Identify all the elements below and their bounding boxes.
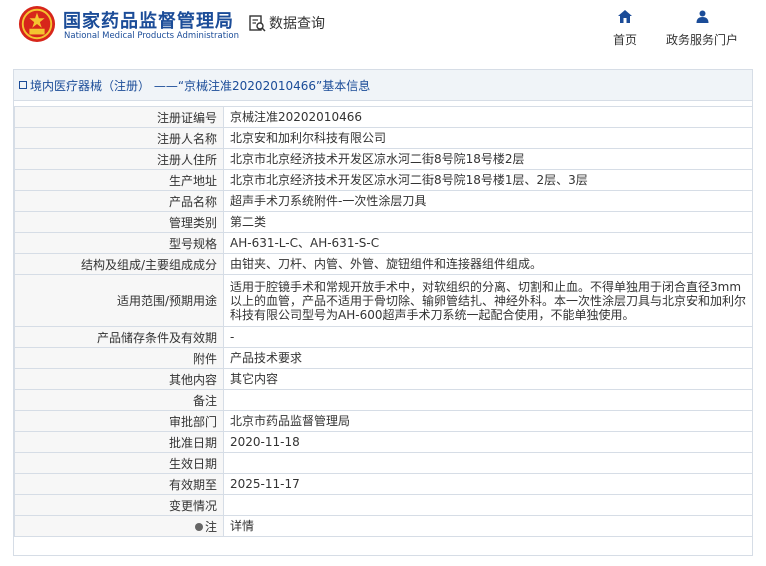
field-value: [223, 452, 753, 474]
field-value: 京械注准20202010466: [223, 106, 753, 128]
field-label: 管理类别: [14, 211, 224, 233]
field-value: 北京市北京经济技术开发区凉水河二街8号院18号楼2层: [223, 148, 753, 170]
field-label: 型号规格: [14, 232, 224, 254]
table-row: 变更情况: [14, 494, 753, 516]
field-label: 审批部门: [14, 410, 224, 432]
field-label: 备注: [14, 389, 224, 411]
field-label: 产品名称: [14, 190, 224, 212]
national-emblem-icon: [18, 5, 56, 43]
field-value: 北京安和加利尔科技有限公司: [223, 127, 753, 149]
table-row: 批准日期 2020-11-18: [14, 431, 753, 453]
field-value: 由钳夹、刀杆、内管、外管、旋钮组件和连接器组件组成。: [223, 253, 753, 275]
field-label: 注册证编号: [14, 106, 224, 128]
table-row: 注册证编号 京械注准20202010466: [14, 106, 753, 128]
field-value: 产品技术要求: [223, 347, 753, 369]
user-icon: [696, 10, 708, 23]
field-label-text: 注册人住所: [156, 152, 217, 167]
site-header: 国家药品监督管理局 National Medical Products Admi…: [0, 0, 766, 60]
nav-service-portal-label: 政务服务门户: [665, 33, 738, 47]
field-label: 批准日期: [14, 431, 224, 453]
table-row: 有效期至 2025-11-17: [14, 473, 753, 495]
field-label-text: 有效期至: [168, 477, 217, 492]
nav-service-portal[interactable]: 政务服务门户: [662, 8, 742, 48]
field-value: [223, 494, 753, 516]
field-label-text: 附件: [192, 351, 217, 366]
field-label: 注: [14, 515, 224, 537]
field-value: 北京市北京经济技术开发区凉水河二街8号院18号楼1层、2层、3层: [223, 169, 753, 191]
field-value: 北京市药品监督管理局: [223, 410, 753, 432]
panel-title: 境内医疗器械（注册） ——“京械注准20202010466”基本信息: [14, 70, 752, 101]
field-value: 第二类: [223, 211, 753, 233]
detail-panel: 境内医疗器械（注册） ——“京械注准20202010466”基本信息 注册证编号…: [13, 69, 753, 556]
table-row: 生产地址 北京市北京经济技术开发区凉水河二街8号院18号楼1层、2层、3层: [14, 169, 753, 191]
field-label-text: 审批部门: [168, 414, 217, 429]
field-label-text: 产品名称: [168, 194, 217, 209]
brand-title-en: National Medical Products Administration: [64, 31, 239, 41]
list-icon: [19, 81, 27, 89]
field-label-text: 生效日期: [168, 456, 217, 471]
field-label-text: 批准日期: [168, 435, 217, 450]
field-label-text: 管理类别: [168, 215, 217, 230]
table-row: 附件 产品技术要求: [14, 347, 753, 369]
table-row: 注册人名称 北京安和加利尔科技有限公司: [14, 127, 753, 149]
nav-home[interactable]: 首页: [610, 8, 640, 48]
field-label: 产品储存条件及有效期: [14, 326, 224, 348]
field-label: 适用范围/预期用途: [14, 274, 224, 327]
home-icon: [618, 10, 632, 23]
field-label: 生效日期: [14, 452, 224, 474]
field-label: 附件: [14, 347, 224, 369]
document-search-icon: [249, 15, 266, 32]
table-row: 注册人住所 北京市北京经济技术开发区凉水河二街8号院18号楼2层: [14, 148, 753, 170]
field-label: 变更情况: [14, 494, 224, 516]
field-value: -: [223, 326, 753, 348]
nav-home-label: 首页: [612, 33, 637, 47]
table-row: 管理类别 第二类: [14, 211, 753, 233]
field-value: AH-631-L-C、AH-631-S-C: [223, 232, 753, 254]
field-value: 其它内容: [223, 368, 753, 390]
table-row: 注详情: [14, 515, 753, 537]
field-label-text: 生产地址: [168, 173, 217, 188]
table-row: 产品名称 超声手术刀系统附件-一次性涂层刀具: [14, 190, 753, 212]
table-row: 型号规格 AH-631-L-C、AH-631-S-C: [14, 232, 753, 254]
field-label-text: 变更情况: [168, 498, 217, 513]
note-icon: [194, 523, 203, 531]
field-value: 2025-11-17: [223, 473, 753, 495]
table-row: 其他内容 其它内容: [14, 368, 753, 390]
field-label: 有效期至: [14, 473, 224, 495]
table-row: 适用范围/预期用途 适用于腔镜手术和常规开放手术中，对软组织的分离、切割和止血。不…: [14, 274, 753, 327]
table-row: 审批部门 北京市药品监督管理局: [14, 410, 753, 432]
field-label-text: 其他内容: [168, 372, 217, 387]
field-label: 注册人名称: [14, 127, 224, 149]
field-label: 结构及组成/主要组成成分: [14, 253, 224, 275]
field-label-text: 型号规格: [168, 236, 217, 251]
field-label-text: 产品储存条件及有效期: [96, 330, 217, 345]
table-row: 备注: [14, 389, 753, 411]
field-label: 其他内容: [14, 368, 224, 390]
field-label-text: 注册证编号: [156, 110, 217, 125]
table-row: 结构及组成/主要组成成分 由钳夹、刀杆、内管、外管、旋钮组件和连接器组件组成。: [14, 253, 753, 275]
field-label-text: 结构及组成/主要组成成分: [80, 257, 217, 272]
brand-title-cn: 国家药品监督管理局: [63, 11, 234, 32]
table-row: 产品储存条件及有效期 -: [14, 326, 753, 348]
data-query-label: 数据查询: [269, 16, 325, 32]
field-value: 适用于腔镜手术和常规开放手术中，对软组织的分离、切割和止血。不得单独用于闭合直径…: [223, 274, 753, 327]
field-label: 注册人住所: [14, 148, 224, 170]
panel-title-text: 境内医疗器械（注册） ——“京械注准20202010466”基本信息: [30, 78, 371, 93]
field-label: 生产地址: [14, 169, 224, 191]
field-value: 超声手术刀系统附件-一次性涂层刀具: [223, 190, 753, 212]
data-query-link[interactable]: 数据查询: [248, 13, 325, 33]
field-label-text: 注: [204, 519, 217, 534]
field-label-text: 备注: [192, 393, 217, 408]
field-value: [223, 389, 753, 411]
field-value: 2020-11-18: [223, 431, 753, 453]
field-label-text: 注册人名称: [156, 131, 217, 146]
field-label-text: 适用范围/预期用途: [116, 294, 217, 308]
table-row: 生效日期: [14, 452, 753, 474]
info-table: 注册证编号 京械注准20202010466 注册人名称 北京安和加利尔科技有限公司 注册…: [14, 106, 753, 537]
details-link[interactable]: 详情: [223, 515, 753, 537]
